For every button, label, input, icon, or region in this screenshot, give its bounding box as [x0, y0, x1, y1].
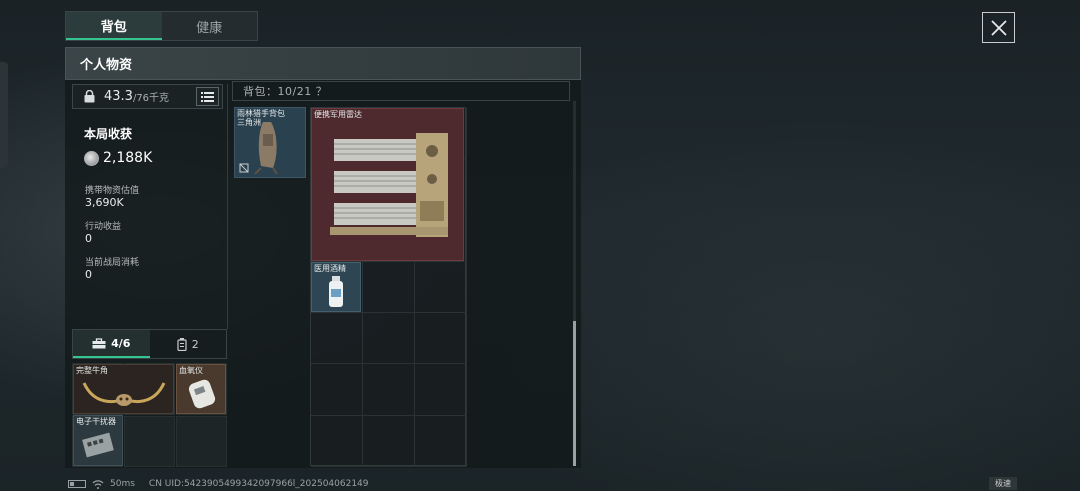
stat-value-battle-cost: 0 [85, 268, 92, 281]
loot-title: 本局收获 [84, 127, 133, 141]
item-horn[interactable]: 完整牛角 [73, 364, 174, 414]
speed-badge: 极速 [989, 477, 1017, 490]
ping-value: 50ms [110, 479, 135, 489]
close-icon [990, 19, 1007, 36]
weight-max: /76千克 [132, 93, 170, 104]
equipped-backpack[interactable]: 雨林猎手背包 三角洲 [234, 107, 306, 178]
grid-slot [415, 313, 467, 365]
close-button[interactable] [982, 12, 1015, 43]
grid-slot [363, 313, 415, 365]
grid-slot [415, 364, 467, 416]
grid-slot [311, 415, 363, 468]
radar-icon [330, 133, 448, 237]
item-name: 完整牛角 [76, 366, 108, 375]
battery-icon [68, 480, 86, 488]
secure-container-tabs: 4/6 2 [72, 329, 227, 359]
item-name: 电子干扰器 [76, 417, 116, 426]
backpack-capacity[interactable]: 背包：10/21 ？ [232, 81, 570, 101]
toolbox-icon [92, 337, 106, 348]
tab-backpack[interactable]: 背包 [66, 12, 162, 40]
tab-health[interactable]: 健康 [162, 12, 258, 40]
list-icon [201, 91, 214, 102]
item-oximeter[interactable]: 血氧仪 [176, 364, 226, 414]
round-loot: 本局收获 2,188K [72, 119, 227, 179]
item-jammer[interactable]: 电子干扰器 [73, 415, 123, 466]
stat-label-action-income: 行动收益 [85, 222, 122, 232]
no-insurance-icon [239, 163, 249, 173]
currency-coin-icon [84, 150, 99, 166]
item-portable-radar[interactable]: 便携军用雷达 [311, 108, 464, 261]
stat-value-action-income: 0 [85, 232, 92, 245]
grid-slot [124, 415, 175, 467]
top-tabs: 背包 健康 [65, 11, 258, 41]
canister-icon [177, 337, 187, 351]
stat-label-battle-cost: 当前战局消耗 [85, 258, 140, 268]
grid-slot [363, 415, 415, 468]
grid-slot [363, 261, 415, 314]
stat-label-carry-value: 携带物资估值 [85, 186, 140, 196]
user-uid: CN UID:5423905499342097966l_202504062149 [148, 479, 369, 489]
grid-slot [311, 313, 363, 365]
list-view-button[interactable] [196, 87, 219, 106]
panel-title: 个人物资 [65, 47, 581, 80]
weight-lock-icon [84, 90, 95, 103]
tab-secure-canister[interactable]: 2 [150, 330, 227, 358]
item-medical-alcohol[interactable]: 医用酒精 [311, 262, 361, 312]
secure-canister-count: 2 [191, 337, 199, 351]
grid-slot [415, 261, 467, 314]
stats-list: 携带物资估值 3,690K 行动收益 0 当前战局消耗 0 [85, 181, 215, 291]
item-name: 医用酒精 [314, 264, 346, 273]
grid-slot [415, 415, 467, 468]
divider [227, 84, 228, 329]
stat-value-carry-value: 3,690K [85, 196, 124, 209]
loot-value: 2,188K [103, 150, 153, 166]
grid-slot [311, 364, 363, 416]
side-drawer-handle[interactable] [0, 62, 8, 168]
scrollbar-thumb[interactable] [573, 321, 576, 466]
item-name: 血氧仪 [179, 366, 203, 375]
secure-case-count: 4/6 [111, 336, 131, 350]
personal-supplies-panel: 个人物资 43.3 /76千克 本局收获 2,188K 携带物资估值 3,690… [65, 47, 581, 468]
item-name: 雨林猎手背包 三角洲 [237, 109, 285, 128]
wifi-icon [92, 479, 104, 489]
status-bar: 50ms CN UID:5423905499342097966l_2025040… [68, 478, 369, 490]
grid-slot [363, 364, 415, 416]
weight-current: 43.3 [104, 89, 133, 104]
grid-slot [176, 415, 227, 467]
tab-secure-case[interactable]: 4/6 [73, 330, 150, 358]
item-name: 便携军用雷达 [314, 110, 362, 119]
